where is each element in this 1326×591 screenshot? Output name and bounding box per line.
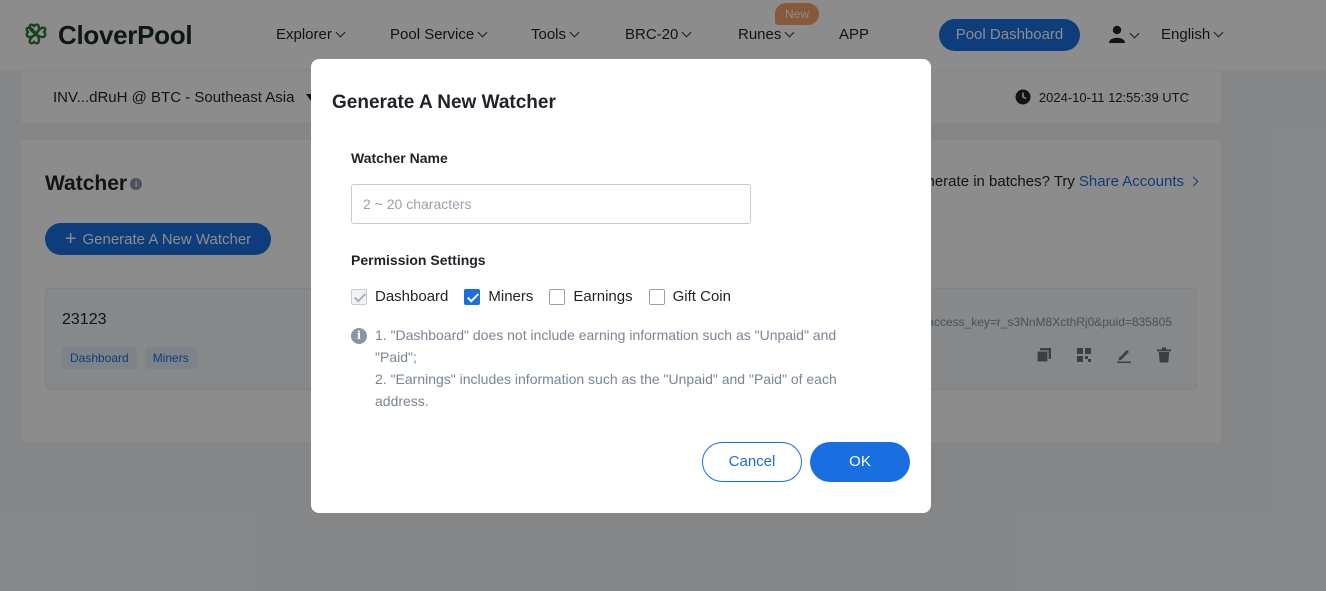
permission-label: Dashboard [375,288,449,305]
watcher-name-input[interactable] [351,184,751,224]
earnings-checkbox[interactable] [549,288,566,305]
permission-label: Earnings [573,288,633,305]
note-2: 2. "Earnings" includes information such … [375,371,837,409]
ok-button[interactable]: OK [810,442,910,482]
note-text: 1. "Dashboard" does not include earning … [375,324,855,412]
permission-dashboard: Dashboard [351,288,448,305]
dialog-title: Generate A New Watcher [332,92,556,113]
permission-miners[interactable]: Miners [464,288,533,305]
permission-label: Miners [488,288,534,305]
generate-watcher-dialog: Generate A New Watcher Watcher Name Perm… [311,59,931,513]
permission-notes: i 1. "Dashboard" does not include earnin… [351,324,871,412]
info-icon: i [351,328,367,344]
cancel-button[interactable]: Cancel [702,442,802,482]
permission-earnings[interactable]: Earnings [549,288,633,305]
dashboard-checkbox [351,288,367,305]
note-1: 1. "Dashboard" does not include earning … [375,327,837,365]
watcher-name-label: Watcher Name [351,150,448,166]
permission-gift-coin[interactable]: Gift Coin [648,288,731,305]
permission-settings-label: Permission Settings [351,252,486,268]
permission-label: Gift Coin [672,288,731,305]
miners-checkbox[interactable] [464,288,481,305]
gift-coin-checkbox[interactable] [648,288,665,305]
permission-checkboxes: Dashboard Miners Earnings Gift Coin [351,288,747,305]
